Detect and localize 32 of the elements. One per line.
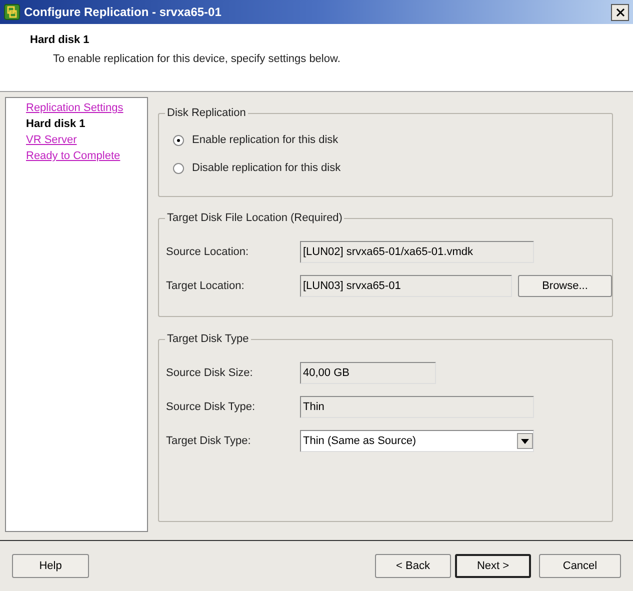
step-link[interactable]: Hard disk 1	[26, 116, 86, 132]
next-button[interactable]: Next >	[455, 554, 531, 578]
radio-button[interactable]	[173, 134, 184, 146]
field-label: Target Disk Type:	[166, 434, 252, 449]
help-button[interactable]: Help	[12, 554, 89, 578]
dropdown[interactable]: Thin (Same as Source)	[300, 430, 534, 452]
group-title: Target Disk Type	[165, 332, 251, 346]
field-label: Source Disk Size:	[166, 366, 254, 381]
field-label: Target Location:	[166, 278, 246, 294]
back-button[interactable]: < Back	[375, 554, 451, 578]
header-subtitle: To enable replication for this device, specify settings below.	[52, 52, 342, 66]
radio-button[interactable]	[173, 162, 184, 174]
close-icon	[616, 8, 624, 16]
text-field[interactable]: [LUN03] srvxa65-01	[300, 275, 512, 297]
header-title: Hard disk 1	[30, 33, 90, 48]
close-button[interactable]	[611, 4, 629, 20]
radio-label: Enable replication for this disk	[192, 132, 338, 148]
step-link[interactable]: Ready to Complete	[26, 148, 120, 164]
radio-label: Disable replication for this disk	[192, 160, 341, 176]
browse-button[interactable]: Browse...	[518, 275, 612, 297]
field-label: Source Location:	[166, 244, 250, 260]
field-label: Source Disk Type:	[166, 400, 256, 415]
group-title: Disk Replication	[165, 106, 248, 120]
step-link[interactable]: Replication Settings	[26, 100, 124, 116]
text-field[interactable]: Thin	[300, 396, 534, 418]
app-icon	[4, 4, 20, 20]
text-field[interactable]: 40,00 GB	[300, 362, 436, 384]
window-title: Configure Replication - srvxa65-01	[24, 4, 222, 21]
text-field[interactable]: [LUN02] srvxa65-01/xa65-01.vmdk	[300, 241, 534, 263]
cancel-button[interactable]: Cancel	[539, 554, 621, 578]
step-link[interactable]: VR Server	[26, 132, 77, 148]
group-title: Target Disk File Location (Required)	[165, 211, 344, 225]
